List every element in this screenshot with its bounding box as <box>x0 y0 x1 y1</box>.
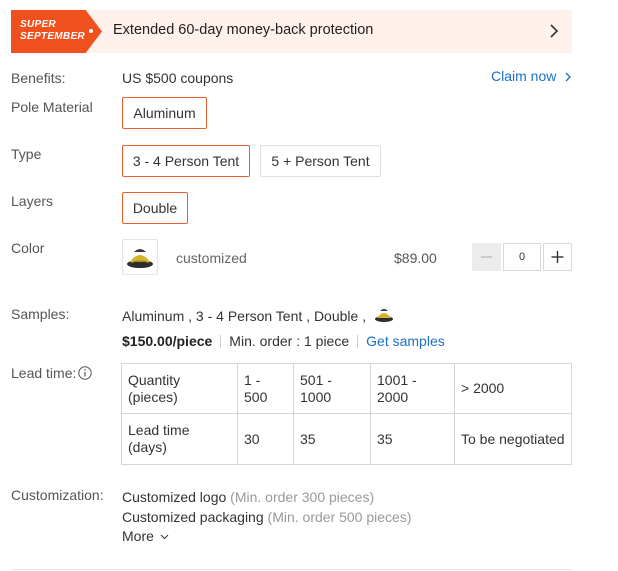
table-row: Quantity (pieces) 1 - 500 501 - 1000 100… <box>121 363 572 414</box>
claim-now-link[interactable]: Claim now <box>491 68 572 84</box>
info-icon[interactable] <box>78 366 92 380</box>
color-name: customized <box>176 250 247 266</box>
table-cell: 1 - 500 <box>237 363 294 414</box>
benefits-value: US $500 coupons <box>122 70 234 86</box>
customization-item-note: (Min. order 300 pieces) <box>230 489 375 505</box>
samples-spec-text: Aluminum , 3 - 4 Person Tent , Double , <box>122 308 367 324</box>
type-label: Type <box>11 146 42 162</box>
option-aluminum[interactable]: Aluminum <box>122 97 207 129</box>
customization-item-note: (Min. order 500 pieces) <box>267 509 412 525</box>
samples-spec: Aluminum , 3 - 4 Person Tent , Double , <box>122 305 395 324</box>
quantity-input[interactable]: 0 <box>503 243 541 271</box>
chevron-right-icon <box>565 72 572 82</box>
tent-thumbnail[interactable] <box>122 239 158 275</box>
customization-item-name: Customized packaging <box>122 509 264 525</box>
divider <box>220 335 222 348</box>
sample-min-order: Min. order : 1 piece <box>229 333 350 349</box>
customization-item-packaging: Customized packaging (Min. order 500 pie… <box>122 509 411 525</box>
sample-price: $150.00/piece <box>122 333 213 349</box>
customization-item-name: Customized logo <box>122 489 227 505</box>
badge-dot <box>89 29 93 33</box>
table-cell: 501 - 1000 <box>293 363 371 414</box>
table-cell: 30 <box>237 413 294 465</box>
color-price: $89.00 <box>394 250 437 266</box>
bottom-divider <box>11 569 572 570</box>
layers-label: Layers <box>11 193 54 209</box>
chevron-down-icon <box>160 534 169 540</box>
badge-line-1: SUPER <box>20 19 56 30</box>
table-cell: 35 <box>293 413 371 465</box>
super-september-badge: SUPER SEPTEMBER <box>11 10 102 53</box>
table-cell: > 2000 <box>454 363 572 414</box>
badge-line-2: SEPTEMBER <box>20 31 85 42</box>
quantity-decrease-button[interactable] <box>472 243 501 271</box>
claim-now-label: Claim now <box>491 68 557 84</box>
table-cell: Lead time (days) <box>121 413 238 465</box>
banner-text: Extended 60-day money-back protection <box>113 22 374 38</box>
table-cell: Quantity (pieces) <box>121 363 238 414</box>
tent-thumbnail-icon <box>127 249 153 268</box>
samples-label: Samples: <box>11 306 70 322</box>
minus-icon <box>481 256 492 258</box>
customization-item-logo: Customized logo (Min. order 300 pieces) <box>122 489 374 505</box>
option-3-4-person-tent[interactable]: 3 - 4 Person Tent <box>122 145 250 177</box>
tent-thumbnail-icon <box>374 309 393 322</box>
get-samples-link[interactable]: Get samples <box>366 333 445 349</box>
table-cell: 1001 - 2000 <box>370 363 455 414</box>
benefits-label: Benefits: <box>11 70 66 86</box>
chevron-right-icon[interactable] <box>549 24 559 38</box>
more-label: More <box>122 528 154 544</box>
lead-time-table: Quantity (pieces) 1 - 500 501 - 1000 100… <box>121 363 572 465</box>
more-button[interactable]: More <box>122 528 169 544</box>
table-cell: 35 <box>370 413 455 465</box>
plus-icon <box>551 251 564 263</box>
color-label: Color <box>11 240 45 256</box>
pole-material-label: Pole Material <box>11 99 93 115</box>
lead-time-label: Lead time: <box>11 365 77 381</box>
table-row: Lead time (days) 30 35 35 To be negotiat… <box>121 413 572 465</box>
table-cell: To be negotiated <box>454 413 572 465</box>
divider <box>357 335 359 348</box>
option-5-plus-person-tent[interactable]: 5 + Person Tent <box>260 145 381 177</box>
samples-price-line: $150.00/piece Min. order : 1 piece Get sam… <box>122 333 445 349</box>
option-double[interactable]: Double <box>122 192 188 224</box>
quantity-increase-button[interactable] <box>543 243 572 271</box>
customization-label: Customization: <box>11 487 104 503</box>
